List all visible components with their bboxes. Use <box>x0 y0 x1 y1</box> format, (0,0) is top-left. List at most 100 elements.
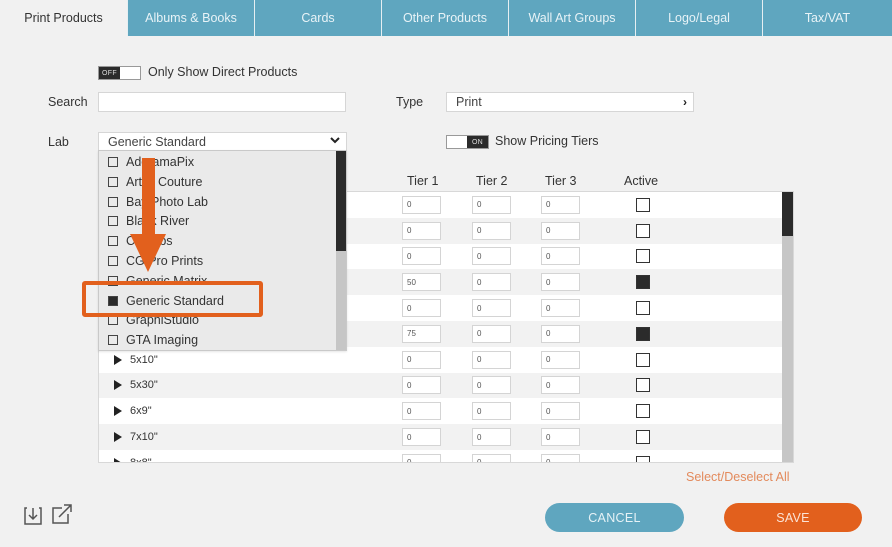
tier-1-input[interactable]: 0 <box>402 402 441 421</box>
active-checkbox[interactable] <box>636 455 650 462</box>
tier-1-input[interactable]: 0 <box>402 299 441 318</box>
tier-3-input[interactable]: 0 <box>541 376 580 395</box>
tier-1-input[interactable]: 0 <box>402 376 441 395</box>
table-row: 7x10" 0 0 0 <box>99 424 783 450</box>
lab-select[interactable]: Generic Standard <box>98 132 347 152</box>
type-label: Type <box>396 95 424 109</box>
chevron-down-icon <box>330 134 340 148</box>
direct-products-label: Only Show Direct Products <box>148 65 298 79</box>
active-checkbox[interactable] <box>636 223 650 238</box>
tier-3-input[interactable]: 0 <box>541 350 580 369</box>
chevron-right-icon: › <box>683 95 687 109</box>
active-checkbox[interactable] <box>636 378 650 393</box>
expand-triangle-icon[interactable] <box>114 380 122 391</box>
tier-3-input[interactable]: 0 <box>541 453 580 462</box>
tier-1-input[interactable]: 0 <box>402 221 441 240</box>
tier-1-input[interactable]: 0 <box>402 195 441 214</box>
import-icon[interactable] <box>22 505 44 527</box>
tab-other-products[interactable]: Other Products <box>381 0 508 36</box>
search-input[interactable] <box>98 92 346 112</box>
active-checkbox[interactable] <box>636 430 650 445</box>
tier-1-input[interactable]: 50 <box>402 273 441 292</box>
pricing-tiers-label: Show Pricing Tiers <box>495 134 599 148</box>
table-scrollbar-thumb[interactable] <box>782 192 793 236</box>
tier-2-input[interactable]: 0 <box>472 221 511 240</box>
tab-albums-books[interactable]: Albums & Books <box>127 0 254 36</box>
toggle-state-label: OFF <box>99 67 120 79</box>
tier-3-input[interactable]: 0 <box>541 428 580 447</box>
toggle-state-label: ON <box>467 136 488 148</box>
tier-2-input[interactable]: 0 <box>472 324 511 343</box>
tier-2-input[interactable]: 0 <box>472 402 511 421</box>
annotation-highlight-box <box>82 281 263 317</box>
lab-label: Lab <box>48 135 69 149</box>
expand-triangle-icon[interactable] <box>114 457 122 462</box>
annotation-arrow-icon <box>130 158 166 272</box>
active-checkbox[interactable] <box>636 352 650 367</box>
tier-3-input[interactable]: 0 <box>541 402 580 421</box>
lab-option-checkbox[interactable] <box>108 157 118 167</box>
size-label: 8x8" <box>130 456 152 463</box>
save-button[interactable]: SAVE <box>724 503 862 532</box>
tier-3-input[interactable]: 0 <box>541 247 580 266</box>
export-icon[interactable] <box>50 502 72 524</box>
active-checkbox[interactable] <box>636 326 650 341</box>
expand-triangle-icon[interactable] <box>114 432 122 443</box>
lab-option-checkbox[interactable] <box>108 196 118 207</box>
tab-cards[interactable]: Cards <box>254 0 381 36</box>
expand-triangle-icon[interactable] <box>114 406 122 417</box>
tab-print-products[interactable]: Print Products <box>0 0 127 36</box>
tab-bar: Print Products Albums & Books Cards Othe… <box>0 0 892 36</box>
size-label: 5x30" <box>130 379 158 392</box>
active-checkbox[interactable] <box>636 301 650 316</box>
header-tier-3: Tier 3 <box>545 174 577 188</box>
tier-2-input[interactable]: 0 <box>472 350 511 369</box>
expand-triangle-icon[interactable] <box>114 354 122 365</box>
lab-option[interactable]: GTA Imaging <box>99 330 337 350</box>
tier-1-input[interactable]: 0 <box>402 350 441 369</box>
direct-products-toggle[interactable]: OFF <box>98 66 141 80</box>
table-row: 6x9" 0 0 0 <box>99 398 783 424</box>
tier-3-input[interactable]: 0 <box>541 273 580 292</box>
lab-option-label: GTA Imaging <box>126 333 199 348</box>
tier-3-input[interactable]: 0 <box>541 221 580 240</box>
tier-3-input[interactable]: 0 <box>541 195 580 214</box>
tab-tax-vat[interactable]: Tax/VAT <box>762 0 892 36</box>
tab-logo-legal[interactable]: Logo/Legal <box>635 0 762 36</box>
table-row: 5x30" 0 0 0 <box>99 372 783 399</box>
tier-3-input[interactable]: 0 <box>541 324 580 343</box>
tier-2-input[interactable]: 0 <box>472 195 511 214</box>
tier-2-input[interactable]: 0 <box>472 376 511 395</box>
tier-2-input[interactable]: 0 <box>472 247 511 266</box>
active-checkbox[interactable] <box>636 249 650 264</box>
lab-option-checkbox[interactable] <box>108 256 118 266</box>
tab-wall-art-groups[interactable]: Wall Art Groups <box>508 0 635 36</box>
tier-2-input[interactable]: 0 <box>472 428 511 447</box>
tier-1-input[interactable]: 75 <box>402 324 441 343</box>
type-value: Print <box>456 95 482 109</box>
dropdown-scrollbar-thumb[interactable] <box>336 151 346 251</box>
lab-option-checkbox[interactable] <box>108 236 118 247</box>
select-deselect-all-link[interactable]: Select/Deselect All <box>686 470 790 484</box>
tier-2-input[interactable]: 0 <box>472 299 511 318</box>
type-select[interactable]: Print › <box>446 92 694 112</box>
table-scrollbar[interactable] <box>782 192 793 462</box>
tier-1-input[interactable]: 0 <box>402 453 441 462</box>
tier-1-input[interactable]: 0 <box>402 428 441 447</box>
pricing-tiers-toggle[interactable]: ON <box>446 135 489 149</box>
lab-option-checkbox[interactable] <box>108 216 118 227</box>
active-checkbox[interactable] <box>636 275 650 290</box>
dropdown-scrollbar[interactable] <box>336 151 346 350</box>
cancel-button[interactable]: CANCEL <box>545 503 684 532</box>
tier-3-input[interactable]: 0 <box>541 299 580 318</box>
tier-2-input[interactable]: 0 <box>472 453 511 462</box>
active-checkbox[interactable] <box>636 404 650 419</box>
lab-value: Generic Standard <box>108 135 206 149</box>
tier-2-input[interactable]: 0 <box>472 273 511 292</box>
lab-option-checkbox[interactable] <box>108 176 118 187</box>
tier-1-input[interactable]: 0 <box>402 247 441 266</box>
active-checkbox[interactable] <box>636 197 650 212</box>
search-label: Search <box>48 95 88 109</box>
lab-option-checkbox[interactable] <box>108 335 118 346</box>
table-row: 8x8" 0 0 0 <box>99 450 783 463</box>
